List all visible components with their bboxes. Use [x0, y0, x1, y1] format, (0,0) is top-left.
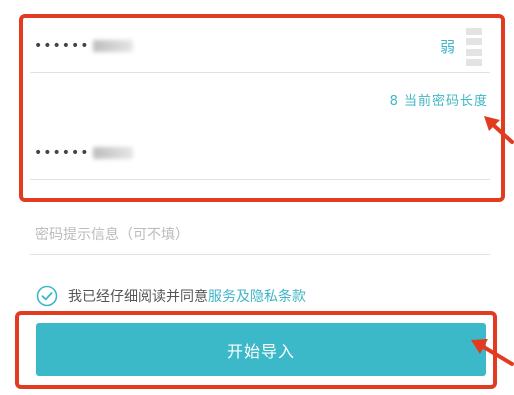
- divider-hint: [30, 254, 490, 255]
- password-hint-input[interactable]: [33, 222, 492, 248]
- annotation-highlight-fields: [19, 14, 505, 202]
- agreement-text: 我已经仔细阅读并同意: [68, 289, 208, 305]
- terms-link[interactable]: 服务及隐私条款: [208, 286, 306, 306]
- agreement-row: 我已经仔细阅读并同意 服务及隐私条款: [36, 285, 306, 307]
- annotation-arrow-icon: [484, 116, 514, 144]
- annotation-highlight-button: [15, 311, 497, 389]
- check-circle-icon[interactable]: [36, 285, 58, 307]
- annotation-arrow-icon: [471, 339, 514, 366]
